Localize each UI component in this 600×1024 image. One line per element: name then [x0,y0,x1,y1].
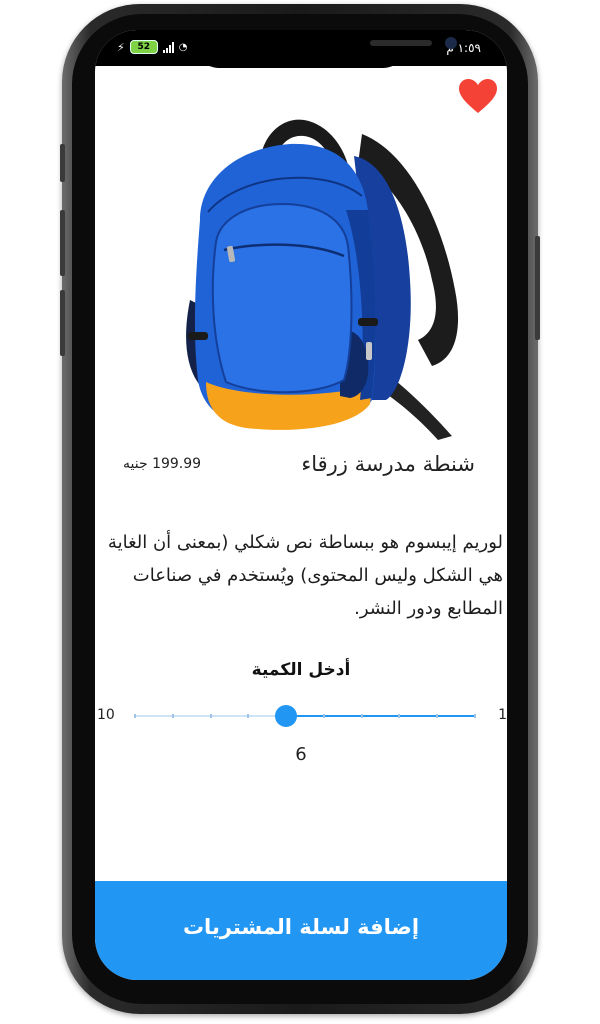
quantity-slider[interactable] [134,705,476,727]
slider-tick [322,714,325,718]
product-title: شنطة مدرسة زرقاء [301,452,475,476]
quantity-value: 6 [295,744,307,765]
add-to-cart-label: إضافة لسلة المشتريات [182,914,420,939]
mute-switch [60,144,65,182]
slider-tick [171,714,174,718]
slider-tick [398,714,401,718]
slider-fill [286,715,475,717]
slider-tick [134,714,136,718]
favorite-heart-icon[interactable] [458,78,498,114]
slider-tick [247,714,250,718]
slider-tick [209,714,212,718]
slider-min-label: 1 [498,707,507,723]
charging-icon: ⚡ [117,40,125,54]
status-icons: ⚡ 52 ◔ [117,40,187,54]
volume-down-button [60,290,65,356]
blue-backpack-image [186,119,459,440]
add-to-cart-button[interactable]: إضافة لسلة المشتريات [95,881,507,980]
power-button [535,236,540,340]
slider-tick [436,714,439,718]
wifi-icon: ◔ [178,41,188,53]
speaker-grille [370,40,432,46]
signal-icon [162,41,174,53]
product-description: لوريم إيبسوم هو ببساطة نص شكلي (بمعنى أن… [107,532,503,619]
front-camera [445,37,457,49]
device-mockup: ⚡ 52 ◔ ١:٥٩ م [0,0,600,1024]
slider-tick [474,714,476,718]
slider-tick [360,714,363,718]
volume-up-button [60,210,65,276]
app-screen: ⚡ 52 ◔ ١:٥٩ م [95,30,507,980]
product-price: 199.99 جنيه [123,456,202,472]
notch [195,30,457,68]
battery-icon: 52 [129,40,158,54]
slider-max-label: 10 [97,707,115,723]
quantity-label: أدخل الكمية [251,660,351,680]
slider-thumb[interactable] [275,705,298,727]
